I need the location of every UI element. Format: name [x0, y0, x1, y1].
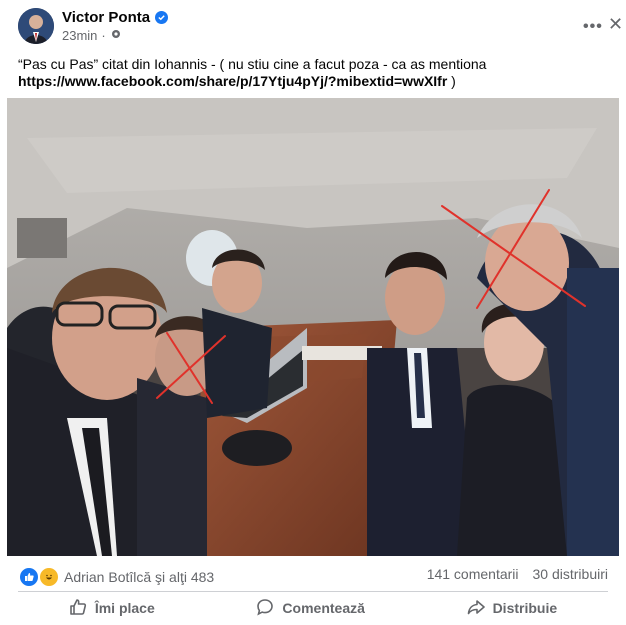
post-text-tail: ) [447, 73, 456, 89]
post-text: “Pas cu Pas” citat din Iohannis - ( nu s… [18, 56, 608, 90]
like-button[interactable]: Îmi place [69, 598, 155, 619]
more-options-icon[interactable]: ••• [583, 18, 603, 36]
thumbs-up-icon [69, 598, 87, 619]
like-label: Îmi place [94, 600, 155, 616]
gear-icon[interactable] [110, 28, 122, 43]
reactions-text[interactable]: Adrian Botîlcă şi alţi 483 [64, 569, 214, 585]
post-header: Victor Ponta 23min · ••• ✕ [0, 0, 626, 50]
author-name-row: Victor Ponta [62, 9, 169, 26]
close-icon[interactable]: ✕ [608, 14, 623, 35]
comment-label: Comentează [282, 600, 365, 616]
comment-bubble-icon [256, 598, 274, 619]
share-arrow-icon [467, 598, 485, 619]
post-text-line2: https://www.facebook.com/share/p/17Ytju4… [18, 73, 608, 90]
comment-button[interactable]: Comentează [256, 598, 365, 619]
author-avatar[interactable] [18, 8, 54, 44]
haha-reaction-icon [38, 566, 60, 588]
action-bar: Îmi place Comentează Distribuie [18, 595, 608, 621]
post-time[interactable]: 23min [62, 28, 97, 43]
author-name[interactable]: Victor Ponta [62, 9, 150, 26]
share-label: Distribuie [492, 600, 558, 616]
engagement-counts: 141 comentarii 30 distribuiri [427, 566, 608, 582]
post-meta: 23min · [62, 28, 122, 43]
share-button[interactable]: Distribuie [467, 598, 558, 619]
like-reaction-icon [18, 566, 40, 588]
comments-count[interactable]: 141 comentarii [427, 566, 519, 582]
actions-divider [18, 591, 608, 592]
verified-badge-icon [155, 11, 169, 24]
post-text-line1: “Pas cu Pas” citat din Iohannis - ( nu s… [18, 56, 487, 72]
post-link[interactable]: https://www.facebook.com/share/p/17Ytju4… [18, 73, 447, 89]
post-photo[interactable] [7, 98, 619, 556]
shares-count[interactable]: 30 distribuiri [533, 566, 608, 582]
reactions-summary[interactable]: Adrian Botîlcă şi alţi 483 [18, 566, 214, 588]
